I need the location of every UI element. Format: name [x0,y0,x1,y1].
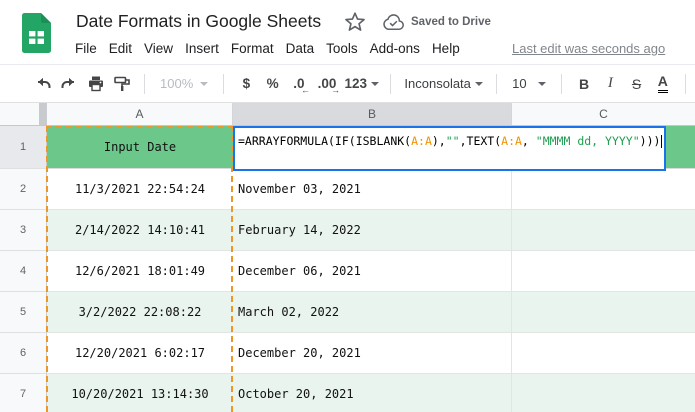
menu-item-format[interactable]: Format [225,39,280,58]
chevron-down-icon [475,82,483,86]
menu-item-view[interactable]: View [138,39,179,58]
cell-a5[interactable]: 3/2/2022 22:08:22 [47,292,233,333]
document-title[interactable]: Date Formats in Google Sheets [76,11,321,32]
row-header-4[interactable]: 4 [0,251,47,292]
toolbar-divider [496,74,497,94]
font-size-value: 10 [512,76,526,91]
sheet-row-6: 612/20/2021 6:02:17December 20, 2021 [0,333,695,374]
menu-item-insert[interactable]: Insert [179,39,225,58]
sheets-logo-icon[interactable] [22,13,51,53]
font-family-selector[interactable]: Inconsolata [400,76,487,91]
format-percent-button[interactable]: % [260,70,286,98]
arrow-left-icon: ← [301,86,310,95]
cell-b7[interactable]: October 20, 2021 [233,374,512,412]
increase-decimal-button[interactable]: .00 → [312,70,342,98]
column-header-c[interactable]: C [512,103,695,125]
cell-b6[interactable]: December 20, 2021 [233,333,512,374]
cell-c4[interactable] [512,251,695,292]
cell-editor[interactable]: =ARRAYFORMULA(IF(ISBLANK(A:A),"",TEXT(A:… [233,126,666,171]
star-icon[interactable] [344,11,366,33]
menu-bar: FileEditViewInsertFormatDataToolsAdd-ons… [69,39,466,58]
corner-notch [39,103,46,125]
cell-c5[interactable] [512,292,695,333]
column-header-b[interactable]: B [233,103,512,125]
column-header-a[interactable]: A [47,103,233,125]
toolbar: 100% $ % .0 ← .00 → 123 Inconsolata 10 B [0,64,695,103]
select-all-corner[interactable] [0,103,47,125]
row-header-3[interactable]: 3 [0,210,47,251]
zoom-selector[interactable]: 100% [154,76,214,91]
saved-status: Saved to Drive [411,16,491,28]
format-currency-button[interactable]: $ [233,70,259,98]
cell-c3[interactable] [512,210,695,251]
title-bar: Date Formats in Google Sheets Saved to D… [0,0,695,64]
redo-button[interactable] [56,70,82,98]
cell-c6[interactable] [512,333,695,374]
paint-format-button[interactable] [109,70,135,98]
menu-item-data[interactable]: Data [280,39,321,58]
row-header-6[interactable]: 6 [0,333,47,374]
strikethrough-button[interactable]: S [623,70,649,98]
cell-a3[interactable]: 2/14/2022 14:10:41 [47,210,233,251]
undo-button[interactable] [30,70,56,98]
zoom-value: 100% [160,76,193,91]
menu-item-edit[interactable]: Edit [103,39,138,58]
sheet-row-2: 211/3/2021 22:54:24November 03, 2021 [0,169,695,210]
row-header-1[interactable]: 1 [0,126,47,169]
cell-b5[interactable]: March 02, 2022 [233,292,512,333]
cell-b3[interactable]: February 14, 2022 [233,210,512,251]
toolbar-divider [390,74,391,94]
print-button[interactable] [83,70,109,98]
menu-item-help[interactable]: Help [426,39,466,58]
italic-button[interactable]: I [597,70,623,98]
menu-item-tools[interactable]: Tools [320,39,364,58]
google-sheets-window: Date Formats in Google Sheets Saved to D… [0,0,695,412]
row-header-5[interactable]: 5 [0,292,47,333]
column-headers: A B C [0,103,695,126]
cell-b2[interactable]: November 03, 2021 [233,169,512,210]
toolbar-divider [223,74,224,94]
toolbar-divider [144,74,145,94]
bold-button[interactable]: B [571,70,597,98]
formula-text: =ARRAYFORMULA(IF(ISBLANK(A:A),"",TEXT(A:… [238,134,664,148]
cell-c2[interactable] [512,169,695,210]
font-size-selector[interactable]: 10 [506,76,552,91]
sheet-row-4: 412/6/2021 18:01:49December 06, 2021 [0,251,695,292]
toolbar-divider [685,74,686,94]
menu-item-file[interactable]: File [69,39,103,58]
toolbar-divider [561,74,562,94]
cell-b4[interactable]: December 06, 2021 [233,251,512,292]
arrow-right-icon: → [331,86,340,95]
saved-cloud-icon[interactable] [382,14,405,31]
more-formats-button[interactable]: 123 [342,70,381,98]
grid-rows: 211/3/2021 22:54:24November 03, 202132/1… [0,169,695,412]
cell-a1[interactable]: Input Date [47,126,233,168]
chevron-down-icon [200,82,208,86]
row-header-2[interactable]: 2 [0,169,47,210]
last-edit-link[interactable]: Last edit was seconds ago [512,41,665,56]
cell-a7[interactable]: 10/20/2021 13:14:30 [47,374,233,412]
row-header-7[interactable]: 7 [0,374,47,412]
menu-item-add-ons[interactable]: Add-ons [364,39,426,58]
decrease-decimal-button[interactable]: .0 ← [286,70,312,98]
text-color-button[interactable]: A [650,70,676,98]
text-cursor [661,135,662,148]
cell-c7[interactable] [512,374,695,412]
cell-a4[interactable]: 12/6/2021 18:01:49 [47,251,233,292]
cell-a6[interactable]: 12/20/2021 6:02:17 [47,333,233,374]
chevron-down-icon [538,82,546,86]
cell-a2[interactable]: 11/3/2021 22:54:24 [47,169,233,210]
sheet-row-5: 53/2/2022 22:08:22March 02, 2022 [0,292,695,333]
chevron-down-icon [371,82,379,86]
font-name: Inconsolata [404,76,471,91]
sheet-row-7: 710/20/2021 13:14:30October 20, 2021 [0,374,695,412]
sheet-row-3: 32/14/2022 14:10:41February 14, 2022 [0,210,695,251]
